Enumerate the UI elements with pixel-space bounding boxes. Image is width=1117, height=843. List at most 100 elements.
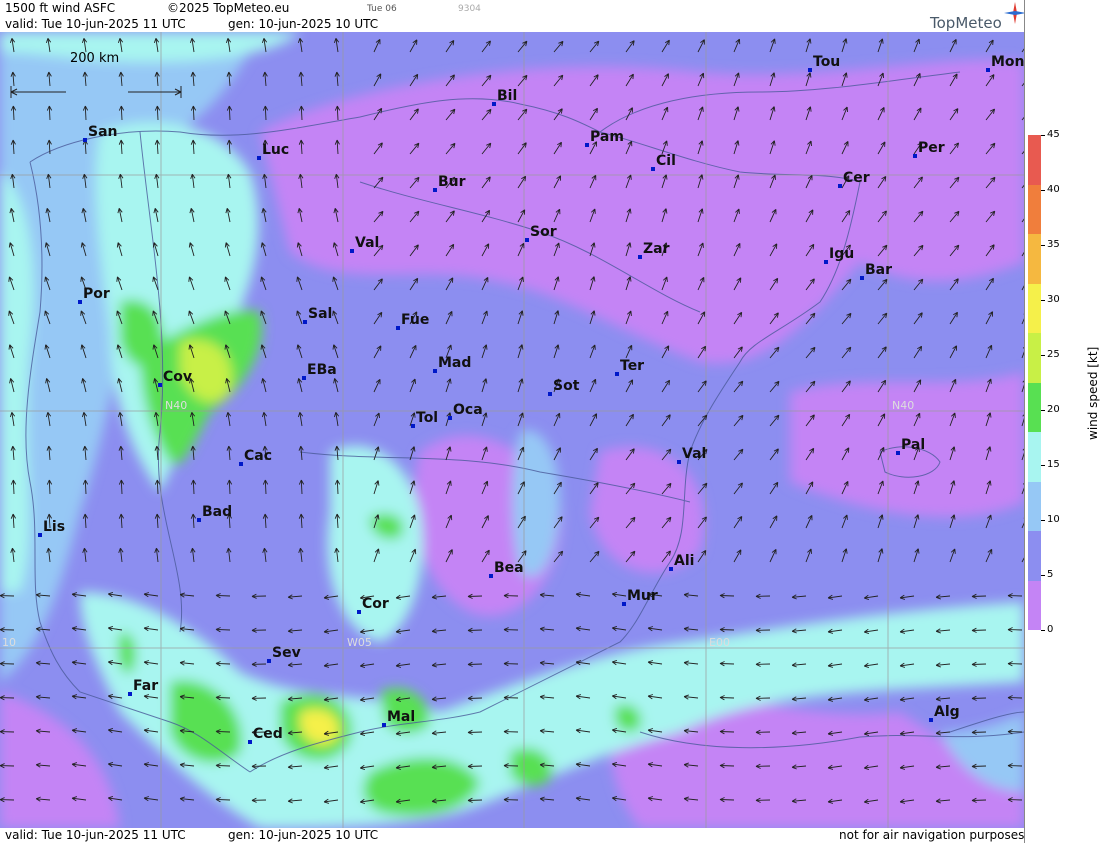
legend-tick-mark <box>1041 465 1045 466</box>
city-label[interactable]: Bil <box>497 88 517 104</box>
city-marker <box>489 574 493 578</box>
scale-label: 200 km <box>70 51 120 66</box>
map-header: 1500 ft wind ASFC ©2025 TopMeteo.eu Tue … <box>0 0 1026 32</box>
city-label[interactable]: Zar <box>643 241 670 257</box>
city-label[interactable]: Ter <box>620 358 644 374</box>
city-label[interactable]: Mal <box>387 709 415 725</box>
city-marker <box>357 610 361 614</box>
city-label[interactable]: Cil <box>656 153 676 169</box>
legend-color-step <box>1028 382 1041 432</box>
city-marker <box>38 533 42 537</box>
city-label[interactable]: Ced <box>253 726 283 742</box>
city-marker <box>78 300 82 304</box>
city-label[interactable]: Mur <box>627 588 658 604</box>
city-marker <box>638 255 642 259</box>
legend-tick-mark <box>1041 135 1045 136</box>
city-label[interactable]: Luc <box>262 142 289 158</box>
product-title: 1500 ft wind ASFC <box>5 1 116 15</box>
city-label[interactable]: San <box>88 124 118 140</box>
legend-tick-mark <box>1041 410 1045 411</box>
city-label[interactable]: Mon <box>991 54 1024 70</box>
city-label[interactable]: Val <box>355 235 379 251</box>
city-marker <box>548 392 552 396</box>
city-marker <box>929 718 933 722</box>
legend-colorbar <box>1028 135 1041 630</box>
city-label[interactable]: Tou <box>813 54 840 70</box>
city-label[interactable]: Oca <box>453 402 483 418</box>
city-label[interactable]: Bea <box>494 560 524 576</box>
scale-bar <box>10 86 182 98</box>
city-marker <box>615 372 619 376</box>
city-label[interactable]: Alg <box>934 704 960 720</box>
compass-icon <box>1004 2 1026 24</box>
grid-label-n40-west: N40 <box>165 399 188 412</box>
city-marker <box>267 659 271 663</box>
wind-speed-legend: 45 40 35 30 25 20 15 10 5 0 <box>1024 0 1117 843</box>
city-label[interactable]: Cor <box>362 596 389 612</box>
city-label[interactable]: Mad <box>438 355 471 371</box>
legend-tick-label: 45 <box>1047 129 1060 140</box>
city-marker <box>896 451 900 455</box>
wind-field <box>0 32 1024 828</box>
city-label[interactable]: Far <box>133 678 158 694</box>
city-label[interactable]: Sev <box>272 645 301 661</box>
city-marker <box>651 167 655 171</box>
legend-tick-label: 5 <box>1047 569 1054 580</box>
city-label[interactable]: Cac <box>244 448 272 464</box>
city-label[interactable]: Sal <box>308 306 332 322</box>
legend-tick-label: 10 <box>1047 514 1060 525</box>
city-marker <box>913 154 917 158</box>
city-label[interactable]: Bur <box>438 174 466 190</box>
city-marker <box>257 156 261 160</box>
legend-tick-label: 0 <box>1047 624 1054 635</box>
city-marker <box>808 68 812 72</box>
legend-title: wind speed [kt] <box>1086 346 1100 440</box>
city-label[interactable]: Tol <box>416 410 438 426</box>
legend-color-step <box>1028 283 1041 333</box>
city-label[interactable]: Fue <box>401 312 429 328</box>
legend-tick-label: 20 <box>1047 404 1060 415</box>
city-label[interactable]: Sot <box>553 378 579 394</box>
city-marker <box>492 102 496 106</box>
run-code: Tue 06 <box>367 4 397 14</box>
gen-time: gen: 10-jun-2025 10 UTC <box>228 17 379 31</box>
city-label[interactable]: Sor <box>530 224 557 240</box>
legend-tick-label: 30 <box>1047 294 1060 305</box>
city-label[interactable]: Cov <box>163 369 192 385</box>
legend-tick-mark <box>1041 520 1045 521</box>
city-marker <box>303 320 307 324</box>
city-label[interactable]: Val <box>682 446 706 462</box>
city-marker <box>824 260 828 264</box>
city-label[interactable]: Lis <box>43 519 65 535</box>
city-label[interactable]: Ali <box>674 553 694 569</box>
city-marker <box>411 424 415 428</box>
city-label[interactable]: Bar <box>865 262 892 278</box>
city-marker <box>382 723 386 727</box>
legend-tick-label: 40 <box>1047 184 1060 195</box>
legend-tick-mark <box>1041 245 1045 246</box>
city-marker <box>585 143 589 147</box>
topmeteo-logo[interactable]: TopMeteo <box>930 14 1002 32</box>
city-marker <box>433 369 437 373</box>
city-marker <box>448 416 452 420</box>
legend-tick-label: 15 <box>1047 459 1060 470</box>
city-label[interactable]: Bad <box>202 504 232 520</box>
legend-color-step <box>1028 531 1041 581</box>
city-label[interactable]: Pam <box>590 129 624 145</box>
legend-tick-label: 25 <box>1047 349 1060 360</box>
city-label[interactable]: Pal <box>901 437 925 453</box>
grid-label-w10: 10 <box>2 636 16 649</box>
map-footer: valid: Tue 10-jun-2025 11 UTC gen: 10-ju… <box>0 828 1024 843</box>
city-label[interactable]: Per <box>918 140 945 156</box>
city-marker <box>525 238 529 242</box>
copyright: ©2025 TopMeteo.eu <box>167 1 290 15</box>
city-marker <box>248 740 252 744</box>
wind-map[interactable]: 200 km N40 N40 W05 E00 10 Tou Mon Bil San Lu… <box>0 32 1024 828</box>
grid-label-w05: W05 <box>347 636 372 649</box>
city-label[interactable]: EBa <box>307 362 337 378</box>
city-marker <box>622 602 626 606</box>
city-label[interactable]: Por <box>83 286 110 302</box>
legend-tick-mark <box>1041 300 1045 301</box>
city-label[interactable]: Igu <box>829 246 854 262</box>
city-label[interactable]: Cer <box>843 170 870 186</box>
